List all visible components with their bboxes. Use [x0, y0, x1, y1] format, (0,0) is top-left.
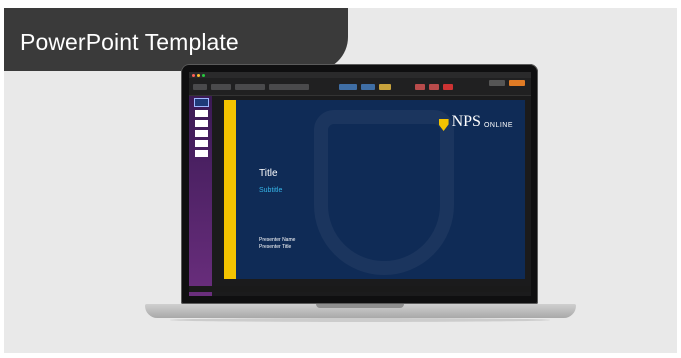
nps-online-logo: NPS ONLINE	[438, 113, 513, 131]
presenter-name: Presenter Name	[259, 237, 296, 243]
slide-thumbnail[interactable]	[195, 130, 208, 137]
laptop-notch	[316, 304, 404, 308]
slide-thumbnail[interactable]	[195, 150, 208, 157]
ribbon-tool[interactable]	[339, 84, 357, 90]
slide-thumbnail[interactable]	[195, 120, 208, 127]
close-window-icon[interactable]	[192, 74, 195, 77]
status-bar	[189, 286, 531, 292]
logo-sub-text: ONLINE	[483, 122, 513, 129]
presenter-title: Presenter Title	[259, 244, 292, 250]
ribbon-tool[interactable]	[269, 84, 309, 90]
logo-main-text: NPS	[451, 113, 481, 130]
ribbon-tool[interactable]	[415, 84, 425, 90]
slide-thumbnail-panel	[189, 96, 212, 296]
template-type-banner: PowerPoint Template	[4, 8, 348, 71]
ribbon-tool[interactable]	[235, 84, 265, 90]
shield-icon	[438, 119, 449, 131]
ribbon-tool[interactable]	[379, 84, 391, 90]
ribbon-tool[interactable]	[193, 84, 207, 90]
laptop-screen: NPS ONLINE Title Subtitle Presenter Name…	[189, 72, 531, 296]
ribbon-tool[interactable]	[443, 84, 453, 90]
accent-bar	[224, 100, 236, 279]
slide-thumbnail[interactable]	[195, 110, 208, 117]
shield-watermark-icon	[314, 110, 454, 275]
laptop-shadow	[170, 318, 550, 322]
minimize-window-icon[interactable]	[197, 74, 200, 77]
slide-thumbnail[interactable]	[195, 99, 208, 106]
slide-thumbnail[interactable]	[195, 140, 208, 147]
banner-label: PowerPoint Template	[20, 29, 239, 55]
ribbon-tool[interactable]	[361, 84, 375, 90]
comments-button[interactable]	[509, 80, 525, 86]
ribbon-tool[interactable]	[211, 84, 231, 90]
slide-title[interactable]: Title	[259, 168, 278, 179]
maximize-window-icon[interactable]	[202, 74, 205, 77]
slide-subtitle[interactable]: Subtitle	[259, 187, 282, 194]
share-button[interactable]	[489, 80, 505, 86]
slide-canvas[interactable]: NPS ONLINE Title Subtitle Presenter Name…	[224, 100, 525, 279]
ribbon-tool[interactable]	[429, 84, 439, 90]
presenter-block[interactable]: Presenter Name Presenter Title	[259, 237, 295, 251]
app-ribbon	[189, 78, 531, 96]
